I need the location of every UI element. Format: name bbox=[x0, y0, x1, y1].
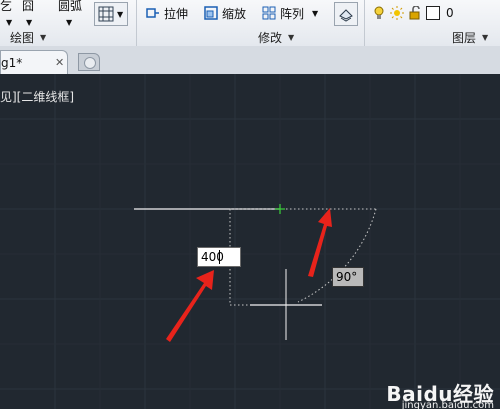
watermark: Baidu经验 jingyan.baidu.com bbox=[386, 378, 494, 409]
modify-panel-expand-icon[interactable]: ▼ bbox=[288, 33, 294, 42]
draw-panel-title[interactable]: 绘图 ▼ bbox=[10, 29, 46, 45]
arc-tool-dropdown[interactable]: ▼ bbox=[66, 12, 72, 32]
hatch-tool-button[interactable]: ▼ bbox=[94, 2, 128, 26]
canvas-graphics bbox=[0, 74, 500, 409]
array-label: 阵列 bbox=[280, 6, 305, 21]
scale-icon bbox=[204, 6, 218, 20]
panel-separator bbox=[136, 0, 137, 46]
close-tab-icon[interactable]: ✕ bbox=[55, 56, 64, 69]
length-value: 400 bbox=[201, 250, 224, 264]
layers-panel-title[interactable]: 图层 ▼ bbox=[452, 29, 488, 45]
stretch-icon bbox=[146, 6, 160, 20]
watermark-url: jingyan.baidu.com bbox=[401, 400, 494, 409]
current-layer-name: 0 bbox=[446, 6, 454, 20]
sun-icon[interactable] bbox=[390, 6, 404, 20]
tab-drawing1[interactable]: g1* ✕ bbox=[0, 50, 68, 75]
file-tab-bar: g1* ✕ bbox=[0, 46, 500, 75]
polar-tracking-preview bbox=[229, 208, 377, 306]
ribbon-tool-row: 乞 ▼ 囧 ▼ 圆弧 ▼ ▼ 拉伸 缩放 阵列 ▼ 0 bbox=[0, 0, 500, 46]
new-tab-button[interactable] bbox=[78, 53, 100, 71]
unlock-icon[interactable] bbox=[408, 5, 422, 20]
modify-panel-title-label: 修改 bbox=[258, 30, 283, 45]
layer-control[interactable]: 0 bbox=[372, 3, 454, 23]
plus-icon bbox=[84, 57, 96, 69]
array-icon bbox=[262, 6, 276, 20]
layers-panel-expand-icon[interactable]: ▼ bbox=[482, 33, 488, 42]
ucs-marker bbox=[275, 204, 285, 214]
viewport-label[interactable]: 见][二维线框] bbox=[0, 88, 74, 105]
layers-panel-title-label: 图层 bbox=[452, 30, 477, 45]
angle-tooltip: 90° bbox=[332, 267, 364, 287]
stretch-label: 拉伸 bbox=[164, 6, 189, 21]
hatch-icon bbox=[98, 6, 114, 22]
layer-properties-button[interactable] bbox=[334, 2, 358, 26]
canvas-grid bbox=[0, 74, 500, 409]
scale-button[interactable]: 缩放 bbox=[204, 3, 246, 23]
annotation-arrow bbox=[166, 208, 332, 342]
draw-panel-expand-icon[interactable]: ▼ bbox=[40, 33, 46, 42]
layer-stack-icon bbox=[339, 9, 353, 22]
crosshair-cursor bbox=[250, 269, 322, 340]
tab-drawing1-label: g1* bbox=[1, 56, 23, 70]
scale-label: 缩放 bbox=[222, 6, 247, 21]
ribbon: 乞 ▼ 囧 ▼ 圆弧 ▼ ▼ 拉伸 缩放 阵列 ▼ 0 绘图 ▼ 修改 ▼ 图层… bbox=[0, 0, 500, 47]
angle-value: 90° bbox=[336, 270, 358, 284]
layer-color-swatch[interactable] bbox=[426, 6, 440, 20]
text-caret bbox=[219, 250, 220, 264]
draw-panel-title-label: 绘图 bbox=[10, 30, 35, 45]
hatch-tool-dropdown-icon[interactable]: ▼ bbox=[117, 10, 123, 19]
stretch-button[interactable]: 拉伸 bbox=[146, 3, 188, 23]
array-button[interactable]: 阵列 ▼ bbox=[262, 3, 318, 23]
modify-panel-title[interactable]: 修改 ▼ bbox=[258, 29, 294, 45]
lightbulb-icon[interactable] bbox=[372, 6, 386, 20]
panel-separator bbox=[364, 0, 365, 46]
array-dropdown-icon[interactable]: ▼ bbox=[312, 9, 318, 18]
drawing-canvas[interactable]: 见][二维线框] 400 90° Baidu经验 jingyan.baidu.c… bbox=[0, 74, 500, 409]
